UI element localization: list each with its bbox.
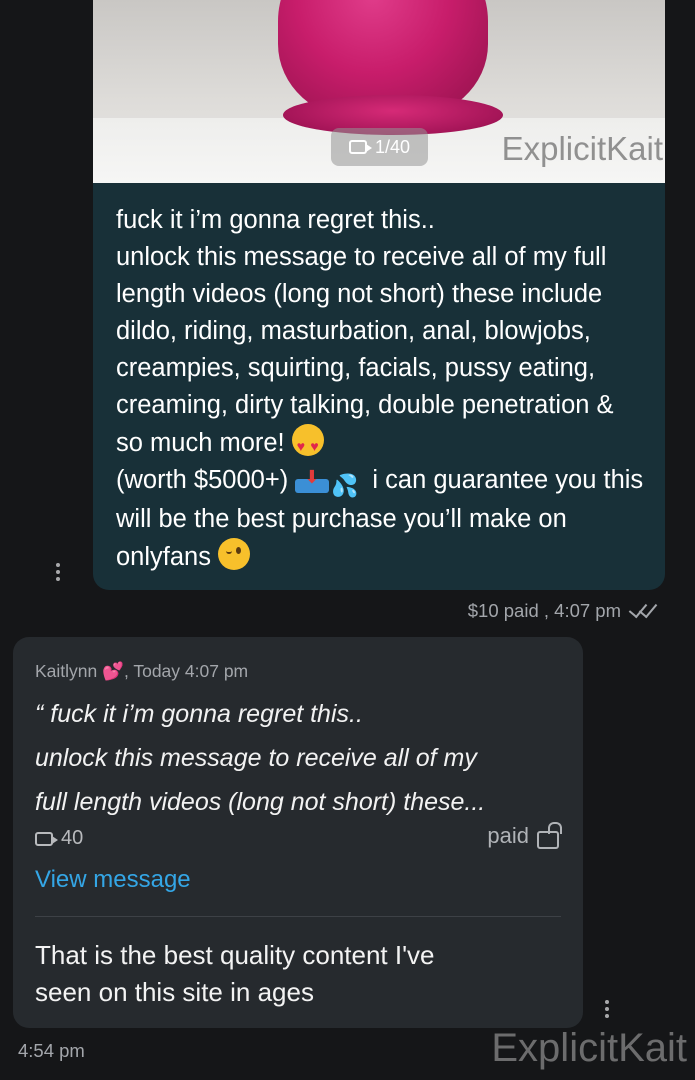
outgoing-message-meta: $10 paid , 4:07 pm — [468, 600, 659, 622]
heart-eyes-emoji-icon — [291, 424, 324, 465]
quoted-message-text: “ fuck it i’m gonna regret this.. unlock… — [35, 700, 486, 816]
sweat-droplets-emoji-icon: 💦 — [331, 473, 359, 498]
payment-time-text: $10 paid , 4:07 pm — [467, 600, 621, 621]
quote-divider — [35, 916, 561, 917]
media-counter-text: 1/40 — [374, 136, 411, 157]
winking-face-emoji-icon — [218, 538, 251, 570]
more-vertical-icon[interactable] — [605, 1000, 609, 1021]
quote-header: Kaitlynn 💕, Today 4:07 pm — [35, 661, 248, 682]
incoming-message-bubble: Kaitlynn 💕, Today 4:07 pm “ fuck it i’m … — [13, 637, 583, 1028]
media-counter-badge: 1/40 — [331, 128, 428, 166]
outgoing-message-bubble: fuck it i’m gonna regret this.. unlock t… — [93, 183, 665, 590]
video-camera-icon — [348, 140, 372, 154]
unlocked-padlock-icon — [537, 831, 559, 849]
media-watermark: ExplicitKait — [501, 130, 663, 167]
message-line: unlock this message to receive all of my… — [116, 243, 614, 457]
video-camera-icon — [35, 831, 58, 846]
more-vertical-icon[interactable] — [56, 563, 60, 584]
double-check-icon — [629, 603, 659, 619]
quote-time: , Today 4:07 pm — [123, 661, 249, 681]
outgoing-message-text: fuck it i’m gonna regret this.. unlock t… — [116, 202, 645, 576]
quoted-media-count: 40 — [35, 827, 83, 850]
incoming-message-time: 4:54 pm — [18, 1040, 85, 1061]
paid-label: paid — [487, 823, 529, 848]
media-count-value: 40 — [61, 827, 84, 849]
message-line: fuck it i’m gonna regret this.. — [116, 206, 435, 234]
two-hearts-emoji-icon: 💕 — [102, 661, 124, 681]
message-media-preview[interactable]: 1/40 ExplicitKait — [93, 0, 665, 183]
quote-author: Kaitlynn — [35, 661, 98, 681]
inbox-tray-emoji-icon — [295, 459, 331, 496]
message-line: (worth $5000+) — [116, 466, 289, 494]
view-message-link[interactable]: View message — [35, 866, 191, 894]
footer-watermark: ExplicitKait — [491, 1026, 687, 1070]
paid-status: paid — [487, 823, 559, 849]
reply-message-text: That is the best quality content I've se… — [35, 940, 435, 1007]
